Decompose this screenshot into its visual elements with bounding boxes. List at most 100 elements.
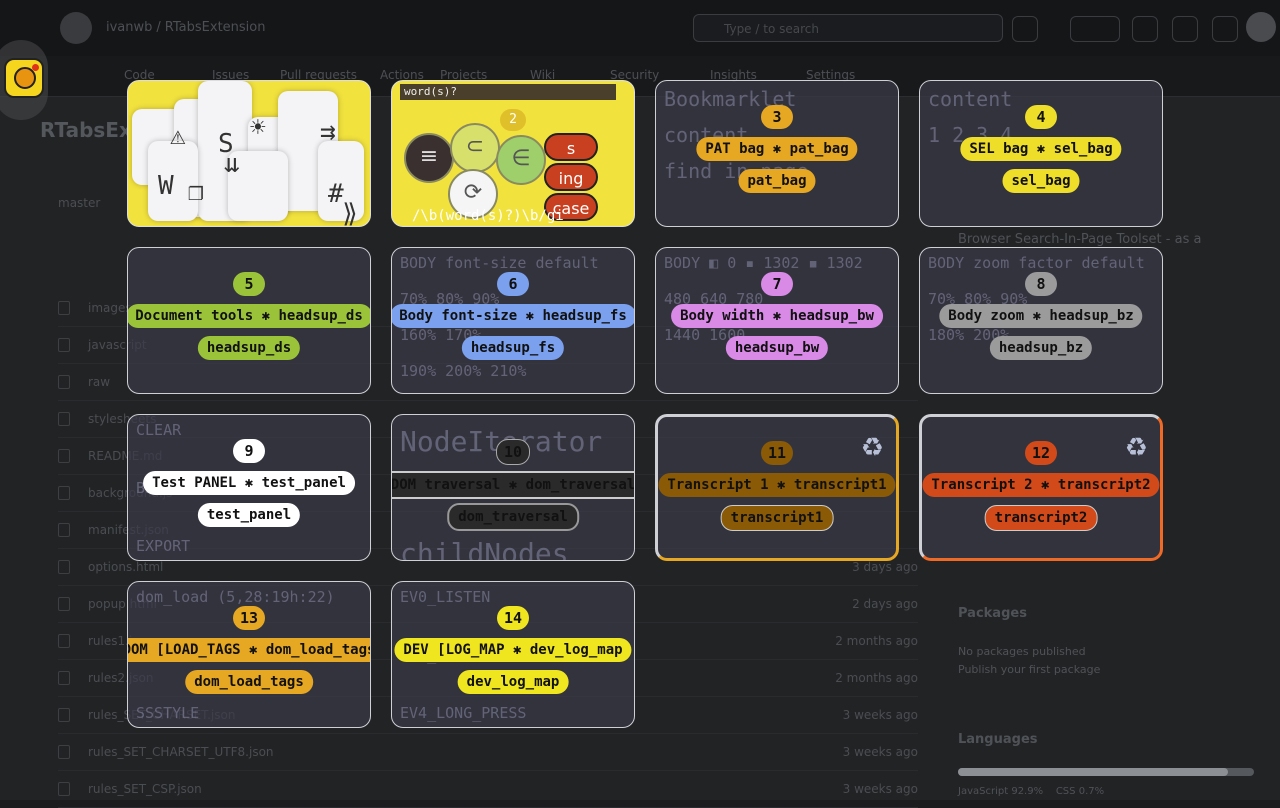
file-icon — [58, 560, 70, 574]
file-date: 3 weeks ago — [842, 708, 918, 722]
tile-label-pill[interactable]: Transcript 1 ✱ transcript1 — [658, 473, 896, 497]
tile-14[interactable]: EV0_LISTENEV1_DOWNEV4_LONG_PRESS14DEV [L… — [391, 581, 635, 728]
tile-label-pill[interactable]: PAT bag ✱ pat_bag — [696, 137, 858, 161]
tile2-regex: /\b(word(s)?)\b/gi — [412, 208, 564, 224]
file-name[interactable]: rules_SET_CHARSET_UTF8.json — [88, 734, 274, 770]
tile-12[interactable]: ♻ 12 Transcript 2 ✱ transcript2 transcript2 — [919, 414, 1163, 561]
table-row[interactable]: rules_SET_CSP.json 3 weeks ago — [58, 771, 918, 808]
file-icon — [58, 338, 70, 352]
breadcrumb-repo[interactable]: RTabsExtension — [165, 20, 266, 35]
tile-preview-text: content — [928, 87, 1013, 111]
tile1-glyph-icon: ⇉ — [320, 117, 336, 147]
tile-key-pill[interactable]: headsup_fs — [461, 336, 565, 360]
inbox-icon[interactable] — [1212, 16, 1238, 42]
file-icon — [58, 708, 70, 722]
avatar[interactable] — [1246, 12, 1276, 42]
file-name[interactable]: raw — [88, 364, 110, 400]
tile-key-pill[interactable]: dev_log_map — [457, 670, 569, 694]
search-input[interactable]: Type / to search — [693, 14, 1003, 42]
tile-key-pill[interactable]: headsup_bz — [989, 336, 1093, 360]
tile-1[interactable]: ⚠ S ☀ ⇊ ⇉ # ❐ W ⟫ — [127, 80, 371, 227]
tile-label-pill[interactable]: Body zoom ✱ headsup_bz — [939, 304, 1143, 328]
tile-key-pill[interactable]: test_panel — [197, 503, 301, 527]
tile-preview-text: EXPORT — [136, 537, 191, 555]
tile2-bubble-icon: ∈ — [496, 135, 546, 185]
packages-link[interactable]: Publish your first package — [958, 663, 1248, 676]
tile-preview-text: BODY zoom factor default — [928, 254, 1145, 272]
tile-4[interactable]: content 1 2 3 4 4 SEL bag ✱ sel_bag sel_bag — [919, 80, 1163, 227]
create-new-icon[interactable] — [1070, 16, 1120, 42]
tile-key-pill[interactable]: sel_bag — [1002, 169, 1080, 193]
tile-preview-text: CLEAR — [136, 421, 182, 439]
file-name[interactable]: rules_SET_CSP.json — [88, 771, 202, 807]
tile-number-badge: 4 — [1025, 105, 1057, 129]
tile-6[interactable]: BODY font-size default 70% 80% 90% 160% 17… — [391, 247, 635, 394]
tile-preview-text: EV0_LISTEN — [400, 588, 491, 606]
tile-label-pill[interactable]: Body font-size ✱ headsup_fs — [392, 304, 634, 328]
tile-10[interactable]: NodeIteratorchildNodes10DOM traversal ✱ … — [391, 414, 635, 561]
tile-number-badge: 5 — [233, 272, 265, 296]
tile1-glyph-icon: ⚠ — [170, 121, 186, 151]
tile-number-badge: 12 — [1025, 441, 1057, 465]
tile-label-pill[interactable]: Transcript 2 ✱ transcript2 — [922, 473, 1160, 497]
recycle-icon[interactable]: ♻ — [1125, 433, 1148, 463]
tile-key-pill[interactable]: dom_load_tags — [185, 670, 313, 694]
tile2-bubble-icon: ≡ — [404, 133, 454, 183]
tile-8[interactable]: BODY zoom factor default 70% 80% 90% 180% … — [919, 247, 1163, 394]
tile-key-pill[interactable]: transcript1 — [720, 505, 834, 531]
tile-9[interactable]: CLEARBEHAVIOREXPORT9Test PANEL ✱ test_pa… — [127, 414, 371, 561]
tile2-option-button[interactable]: s — [544, 133, 598, 161]
issues-icon[interactable] — [1132, 16, 1158, 42]
languages-bar — [958, 768, 1254, 776]
tile-number-badge: 11 — [761, 441, 793, 465]
file-icon — [58, 375, 70, 389]
extension-logo-icon[interactable] — [4, 58, 44, 98]
file-date: 2 months ago — [835, 671, 918, 685]
tile-label-pill[interactable]: DOM traversal ✱ dom_traversal — [392, 471, 634, 499]
tile-label-pill[interactable]: DEV [LOG_MAP ✱ dev_log_map — [394, 638, 632, 662]
file-icon — [58, 782, 70, 796]
tile-number-badge: 9 — [233, 439, 265, 463]
tile-7[interactable]: BODY ◧ 0 ▪ 1302 ◾ 1302 480 640 780 1440 16… — [655, 247, 899, 394]
tile-preview-text: EV4_LONG_PRESS — [400, 704, 527, 722]
file-icon — [58, 745, 70, 759]
tile-key-pill[interactable]: headsup_ds — [197, 336, 301, 360]
tile-label-pill[interactable]: Test PANEL ✱ test_panel — [143, 471, 355, 495]
tile-preview-text: BODY font-size default — [400, 254, 599, 272]
tile-11[interactable]: ♻ 11 Transcript 1 ✱ transcript1 transcript1 — [655, 414, 899, 561]
table-row[interactable]: rules_SET_CHARSET_UTF8.json 3 weeks ago — [58, 734, 918, 771]
file-icon — [58, 486, 70, 500]
tile-13[interactable]: dom_load (5,28:19h:22)DOMSSSTYLE13DOM [L… — [127, 581, 371, 728]
file-icon — [58, 449, 70, 463]
tile-2[interactable]: word(s)? ≡ ⊂ ∈ ⟳ 2 s ing case/\b(word(s)?)\b/gi — [391, 80, 635, 227]
tile-preview-text: SSSTYLE — [136, 704, 200, 722]
packages-title: Packages — [958, 606, 1027, 621]
tile-preview-text: BODY ◧ 0 ▪ 1302 ◾ 1302 — [664, 254, 863, 272]
tile-key-pill[interactable]: pat_bag — [738, 169, 816, 193]
recycle-icon[interactable]: ♻ — [861, 433, 884, 463]
branch-selector[interactable]: master — [58, 196, 100, 210]
github-header: ivanwb / RTabsExtension Type / to search — [0, 0, 1280, 56]
tile-number-badge: 8 — [1025, 272, 1057, 296]
lang-css-label: CSS — [1055, 786, 1076, 797]
tile-5[interactable]: 5 Document tools ✱ headsup_ds headsup_ds — [127, 247, 371, 394]
tile-key-pill[interactable]: dom_traversal — [447, 503, 579, 531]
breadcrumb: ivanwb / RTabsExtension — [106, 20, 266, 35]
file-icon — [58, 671, 70, 685]
tile-3[interactable]: Bookmarklet content find in page 3 PAT bag ✱… — [655, 80, 899, 227]
github-logo-icon[interactable] — [60, 12, 92, 44]
tile-label-pill[interactable]: DOM [LOAD_TAGS ✱ dom_load_tags — [128, 638, 370, 662]
tile-key-pill[interactable]: transcript2 — [984, 505, 1098, 531]
file-date: 2 months ago — [835, 634, 918, 648]
tile2-option-button[interactable]: ing — [544, 163, 598, 191]
file-icon — [58, 301, 70, 315]
languages-legend: JavaScript 92.9% CSS 0.7% — [958, 786, 1248, 797]
pull-requests-icon[interactable] — [1172, 16, 1198, 42]
tile-label-pill[interactable]: Body width ✱ headsup_bw — [671, 304, 883, 328]
tile-key-pill[interactable]: headsup_bw — [725, 336, 829, 360]
command-palette-icon[interactable] — [1012, 16, 1038, 42]
file-name[interactable]: images — [88, 290, 132, 326]
tile-label-pill[interactable]: SEL bag ✱ sel_bag — [960, 137, 1122, 161]
breadcrumb-user[interactable]: ivanwb — [106, 20, 152, 35]
tile-label-pill[interactable]: Document tools ✱ headsup_ds — [128, 304, 370, 328]
